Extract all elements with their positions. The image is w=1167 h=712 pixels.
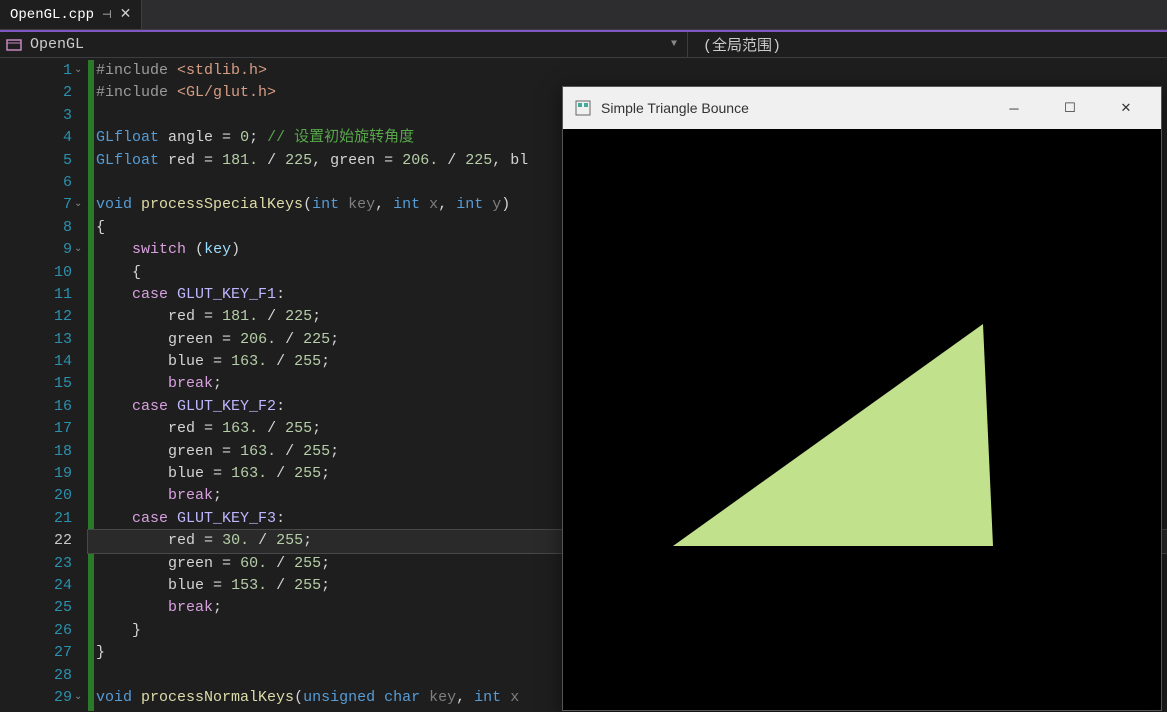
output-title: Simple Triangle Bounce <box>601 100 981 116</box>
line-number: 11 <box>0 284 88 306</box>
file-tab[interactable]: OpenGL.cpp ⊣ ✕ <box>0 0 142 29</box>
line-number: 10 <box>0 262 88 284</box>
close-button[interactable]: ✕ <box>1103 87 1149 129</box>
line-number: 12 <box>0 306 88 328</box>
line-number: 18 <box>0 441 88 463</box>
line-number: 24 <box>0 575 88 597</box>
output-titlebar[interactable]: Simple Triangle Bounce ─ ☐ ✕ <box>563 87 1161 129</box>
fold-icon[interactable]: ⌄ <box>74 687 82 709</box>
line-number: 26 <box>0 620 88 642</box>
class-icon <box>6 37 22 53</box>
line-number: 21 <box>0 508 88 530</box>
scope-right-text: (全局范围) <box>703 34 781 55</box>
line-number: 17 <box>0 418 88 440</box>
line-number: 6 <box>0 172 88 194</box>
app-icon <box>575 100 591 116</box>
line-number: 23 <box>0 553 88 575</box>
gl-canvas <box>563 129 1161 710</box>
scope-dropdown-left[interactable]: OpenGL ▼ <box>0 36 687 53</box>
scope-dropdown-right[interactable]: (全局范围) <box>687 32 1167 57</box>
line-number: 20 <box>0 485 88 507</box>
line-number: 15 <box>0 373 88 395</box>
line-number: 27 <box>0 642 88 664</box>
line-number: 25 <box>0 597 88 619</box>
pin-icon[interactable]: ⊣ <box>102 8 112 22</box>
minimize-button[interactable]: ─ <box>991 87 1037 129</box>
line-number: 16 <box>0 396 88 418</box>
line-number: 14 <box>0 351 88 373</box>
fold-icon[interactable]: ⌄ <box>74 194 82 216</box>
maximize-button[interactable]: ☐ <box>1047 87 1093 129</box>
fold-icon[interactable]: ⌄ <box>74 60 82 82</box>
line-number: 3 <box>0 105 88 127</box>
line-number: 22 <box>0 530 88 552</box>
tab-bar: OpenGL.cpp ⊣ ✕ <box>0 0 1167 30</box>
line-gutter: 1234567891011121314151617181920212223242… <box>0 58 88 711</box>
navigation-bar: OpenGL ▼ (全局范围) <box>0 30 1167 58</box>
line-number: 8 <box>0 217 88 239</box>
line-number: 4 <box>0 127 88 149</box>
tab-filename: OpenGL.cpp <box>10 7 94 23</box>
fold-icon[interactable]: ⌄ <box>74 239 82 261</box>
chevron-down-icon: ▼ <box>671 39 677 50</box>
scope-class-text: OpenGL <box>30 36 84 53</box>
line-number: 5 <box>0 150 88 172</box>
line-number: 19 <box>0 463 88 485</box>
line-number: 13 <box>0 329 88 351</box>
line-number: 2 <box>0 82 88 104</box>
close-icon[interactable]: ✕ <box>120 6 132 23</box>
triangle-shape <box>563 129 1163 712</box>
output-window[interactable]: Simple Triangle Bounce ─ ☐ ✕ <box>562 86 1162 711</box>
code-line[interactable]: ⌄#include <stdlib.h> <box>88 60 1167 82</box>
line-number: 28 <box>0 665 88 687</box>
